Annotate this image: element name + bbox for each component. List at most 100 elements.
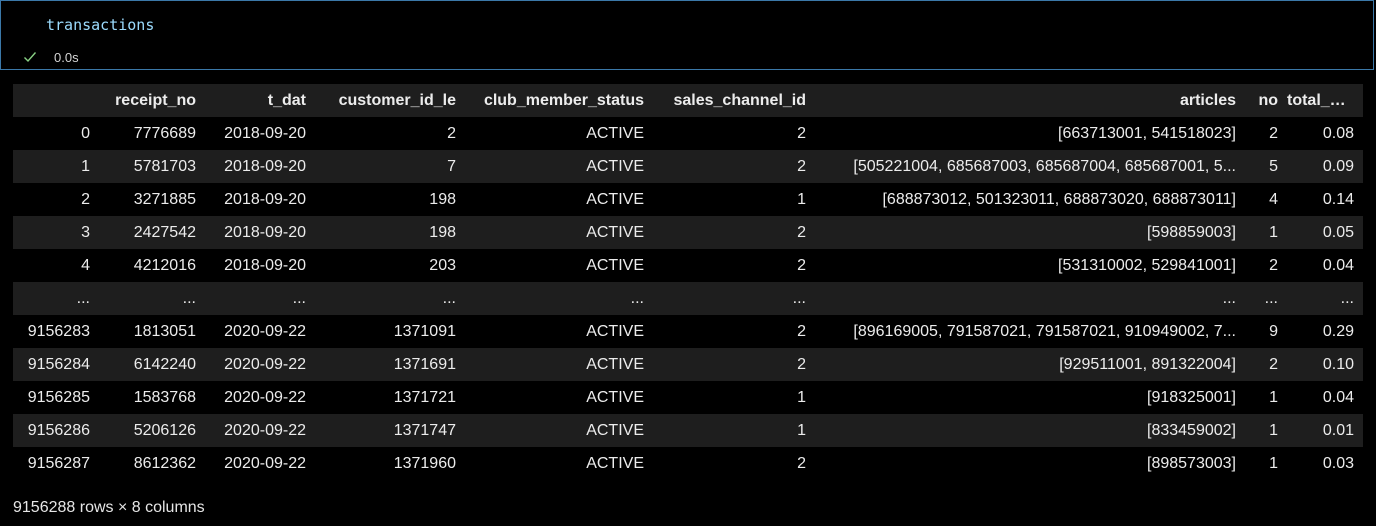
table-cell: 0.08 bbox=[1287, 117, 1363, 150]
table-cell: 7 bbox=[315, 150, 465, 183]
table-body: 0 7776689 2018-09-20 2 ACTIVE 2 [663713001, 54… bbox=[13, 117, 1363, 480]
table-cell: 9 bbox=[1245, 315, 1287, 348]
dataframe-shape-summary: 9156288 rows × 8 columns bbox=[13, 499, 205, 516]
table-cell: 2020-09-22 bbox=[205, 348, 315, 381]
table-cell: 2018-09-20 bbox=[205, 117, 315, 150]
table-cell: [896169005, 791587021, 791587021, 910949… bbox=[815, 315, 1245, 348]
table-cell: [598859003] bbox=[815, 216, 1245, 249]
table-cell: 1 bbox=[1245, 381, 1287, 414]
table-row: 9156283 1813051 2020-09-22 1371091 ACTIVE 2 [8… bbox=[13, 315, 1363, 348]
row-index-cell: 9156287 bbox=[13, 447, 99, 480]
table-cell: [929511001, 891322004] bbox=[815, 348, 1245, 381]
table-cell: 0.14 bbox=[1287, 183, 1363, 216]
table-cell: 0.29 bbox=[1287, 315, 1363, 348]
table-cell: ... bbox=[1245, 282, 1287, 315]
table-cell: 4212016 bbox=[99, 249, 205, 282]
row-index-cell: 0 bbox=[13, 117, 99, 150]
row-index-cell: 9156286 bbox=[13, 414, 99, 447]
code-editor-line[interactable]: transactions bbox=[46, 16, 154, 34]
table-cell: ... bbox=[99, 282, 205, 315]
table-row: 1 5781703 2018-09-20 7 ACTIVE 2 [505221004, 68… bbox=[13, 150, 1363, 183]
table-cell: ACTIVE bbox=[465, 381, 653, 414]
row-index-cell: 9156285 bbox=[13, 381, 99, 414]
table-cell: 2 bbox=[1245, 249, 1287, 282]
table-cell: 198 bbox=[315, 183, 465, 216]
table-cell: 2 bbox=[315, 117, 465, 150]
table-cell: ... bbox=[1287, 282, 1363, 315]
column-header-sales-channel-id: sales_channel_id bbox=[653, 84, 815, 117]
table-cell: ... bbox=[653, 282, 815, 315]
table-cell: 2 bbox=[653, 348, 815, 381]
table-cell: ... bbox=[315, 282, 465, 315]
table-cell: ACTIVE bbox=[465, 348, 653, 381]
table-cell: 2020-09-22 bbox=[205, 381, 315, 414]
table-cell: 0.05 bbox=[1287, 216, 1363, 249]
table-cell: 0.01 bbox=[1287, 414, 1363, 447]
table-cell: 5 bbox=[1245, 150, 1287, 183]
column-header-t-dat: t_dat bbox=[205, 84, 315, 117]
column-header-no: no bbox=[1245, 84, 1287, 117]
table-cell: 1 bbox=[1245, 216, 1287, 249]
table-cell: 1813051 bbox=[99, 315, 205, 348]
table-cell: 2018-09-20 bbox=[205, 183, 315, 216]
row-index-cell: 1 bbox=[13, 150, 99, 183]
table-cell: 1583768 bbox=[99, 381, 205, 414]
table-row: 2 3271885 2018-09-20 198 ACTIVE 1 [688873012, … bbox=[13, 183, 1363, 216]
table-cell: 1 bbox=[653, 183, 815, 216]
table-cell: 5206126 bbox=[99, 414, 205, 447]
table-cell: 2 bbox=[653, 249, 815, 282]
cell-output: receipt_no t_dat customer_id_le club_member… bbox=[13, 84, 1363, 480]
table-cell: 2018-09-20 bbox=[205, 150, 315, 183]
column-header-customer-id-le: customer_id_le bbox=[315, 84, 465, 117]
table-cell: 1 bbox=[653, 381, 815, 414]
table-cell: 0.04 bbox=[1287, 249, 1363, 282]
table-cell: 1 bbox=[1245, 414, 1287, 447]
row-index-cell: ... bbox=[13, 282, 99, 315]
table-cell: [531310002, 529841001] bbox=[815, 249, 1245, 282]
table-cell: 0.09 bbox=[1287, 150, 1363, 183]
table-cell: 4 bbox=[1245, 183, 1287, 216]
table-cell: 2018-09-20 bbox=[205, 216, 315, 249]
table-cell: 2427542 bbox=[99, 216, 205, 249]
column-header-total-price: total_price bbox=[1287, 84, 1363, 117]
table-row: 3 2427542 2018-09-20 198 ACTIVE 2 [598859003] 1… bbox=[13, 216, 1363, 249]
table-row: 9156287 8612362 2020-09-22 1371960 ACTIVE 2 [8… bbox=[13, 447, 1363, 480]
table-cell: 2 bbox=[1245, 117, 1287, 150]
table-row: 9156284 6142240 2020-09-22 1371691 ACTIVE 2 [9… bbox=[13, 348, 1363, 381]
table-cell: 2020-09-22 bbox=[205, 315, 315, 348]
row-index-cell: 9156284 bbox=[13, 348, 99, 381]
table-row: 4 4212016 2018-09-20 203 ACTIVE 2 [531310002, … bbox=[13, 249, 1363, 282]
table-cell: 2 bbox=[653, 117, 815, 150]
table-cell: 1371721 bbox=[315, 381, 465, 414]
table-cell: ACTIVE bbox=[465, 249, 653, 282]
column-header-index bbox=[13, 84, 99, 117]
table-cell: 2 bbox=[653, 315, 815, 348]
table-header-row: receipt_no t_dat customer_id_le club_member… bbox=[13, 84, 1363, 117]
table-cell: 2 bbox=[1245, 348, 1287, 381]
notebook-cell[interactable]: transactions 0.0s bbox=[0, 0, 1374, 70]
table-cell: ACTIVE bbox=[465, 216, 653, 249]
table-cell: [918325001] bbox=[815, 381, 1245, 414]
table-cell: [505221004, 685687003, 685687004, 685687… bbox=[815, 150, 1245, 183]
table-cell: 0.10 bbox=[1287, 348, 1363, 381]
table-cell: 7776689 bbox=[99, 117, 205, 150]
table-cell: ACTIVE bbox=[465, 414, 653, 447]
dataframe-table: receipt_no t_dat customer_id_le club_member… bbox=[13, 84, 1363, 480]
table-cell: [688873012, 501323011, 688873020, 688873… bbox=[815, 183, 1245, 216]
table-cell: 6142240 bbox=[99, 348, 205, 381]
table-cell: 1371960 bbox=[315, 447, 465, 480]
table-cell: 1371091 bbox=[315, 315, 465, 348]
column-header-receipt-no: receipt_no bbox=[99, 84, 205, 117]
table-row: 9156285 1583768 2020-09-22 1371721 ACTIVE 1 [9… bbox=[13, 381, 1363, 414]
table-row: ........................... bbox=[13, 282, 1363, 315]
row-index-cell: 9156283 bbox=[13, 315, 99, 348]
table-cell: 0.04 bbox=[1287, 381, 1363, 414]
table-cell: 2 bbox=[653, 150, 815, 183]
table-cell: ... bbox=[815, 282, 1245, 315]
table-cell: 5781703 bbox=[99, 150, 205, 183]
table-cell: ACTIVE bbox=[465, 315, 653, 348]
table-cell: ACTIVE bbox=[465, 183, 653, 216]
table-cell: 2 bbox=[653, 447, 815, 480]
table-cell: 198 bbox=[315, 216, 465, 249]
column-header-articles: articles bbox=[815, 84, 1245, 117]
